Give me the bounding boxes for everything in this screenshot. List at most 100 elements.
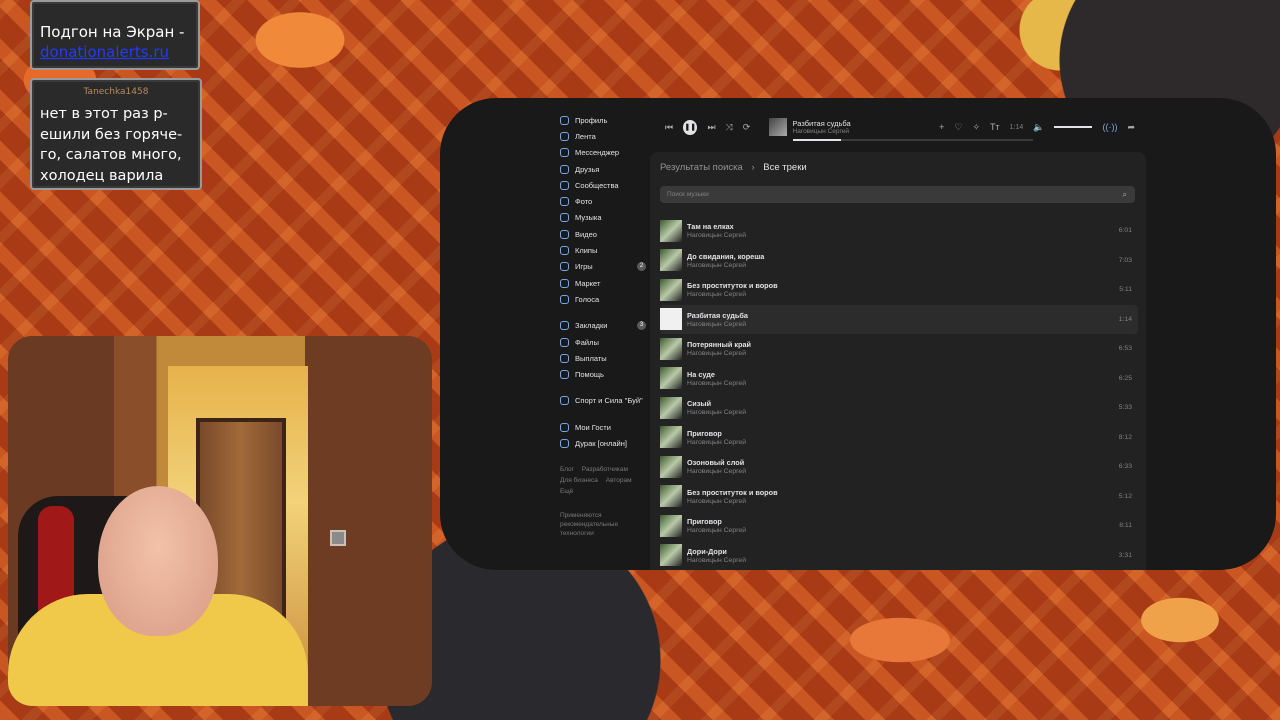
sidebar-item[interactable]: Клипы: [560, 242, 650, 258]
track-artist[interactable]: Наговицын Сергей: [687, 527, 746, 534]
share-icon[interactable]: ➦: [1127, 122, 1135, 133]
previous-icon[interactable]: ⏮: [665, 122, 673, 133]
track-artist[interactable]: Наговицын Сергей: [687, 439, 746, 446]
pause-icon[interactable]: ❚❚: [683, 119, 698, 135]
track-artist[interactable]: Наговицын Сергей: [687, 557, 746, 564]
sidebar-item[interactable]: Мессенджер: [560, 145, 650, 161]
track-row[interactable]: Без проституток и воров Наговицын Сергей 5…: [660, 482, 1138, 512]
sidebar-item-label: Мессенджер: [575, 148, 620, 158]
track-title[interactable]: Там на елках: [687, 222, 746, 231]
track-cover[interactable]: [660, 514, 682, 537]
broadcast-icon[interactable]: ((·)): [1102, 122, 1117, 132]
track-title[interactable]: Без проституток и воров: [687, 488, 778, 497]
track-title[interactable]: Дори-Дори: [687, 547, 746, 556]
track-cover[interactable]: [660, 367, 682, 390]
track-artist[interactable]: Наговицын Сергей: [687, 350, 751, 357]
volume-slider[interactable]: [1054, 126, 1093, 128]
track-title[interactable]: Без проституток и воров: [687, 281, 778, 290]
track-title[interactable]: Сизый: [687, 399, 746, 408]
track-cover[interactable]: [660, 219, 682, 242]
track-row[interactable]: Приговор Наговицын Сергей 8:11: [660, 511, 1138, 541]
track-title[interactable]: Разбитая судьба: [687, 311, 748, 320]
volume-icon[interactable]: 🔈: [1033, 122, 1044, 133]
track-cover[interactable]: [660, 426, 682, 449]
sidebar-item[interactable]: Музыка: [560, 210, 650, 226]
track-row[interactable]: Сизый Наговицын Сергей 5:33: [660, 393, 1138, 423]
sidebar-item[interactable]: Голоса: [560, 291, 650, 307]
track-cover[interactable]: [660, 396, 682, 419]
sidebar-item[interactable]: Дурак [онлайн]: [560, 435, 650, 451]
track-row[interactable]: Там на елках Наговицын Сергей 6:01: [660, 216, 1138, 246]
track-title[interactable]: До свидания, кореша: [687, 252, 764, 261]
promo-link[interactable]: donationalerts.ru: [40, 42, 190, 62]
track-title[interactable]: Приговор: [687, 517, 746, 526]
track-row[interactable]: До свидания, кореша Наговицын Сергей 7:03: [660, 246, 1138, 276]
track-artist[interactable]: Наговицын Сергей: [687, 291, 778, 298]
sidebar-item[interactable]: Друзья: [560, 161, 650, 177]
recommend-icon[interactable]: ✧: [972, 122, 980, 133]
track-title[interactable]: Потерянный край: [687, 340, 751, 349]
lyrics-icon[interactable]: Tт: [990, 122, 1000, 132]
track-row[interactable]: Разбитая судьба Наговицын Сергей 1:14: [660, 304, 1138, 334]
track-cover[interactable]: [660, 544, 682, 567]
sidebar-item[interactable]: Маркет: [560, 275, 650, 291]
track-artist[interactable]: Наговицын Сергей: [687, 232, 746, 239]
track-duration: 5:12: [1118, 492, 1132, 500]
search-placeholder: Поиск музыки: [667, 191, 709, 198]
track-row[interactable]: Приговор Наговицын Сергей 8:12: [660, 423, 1138, 453]
sidebar-item[interactable]: Лента: [560, 128, 650, 144]
sidebar-item[interactable]: Видео: [560, 226, 650, 242]
sidebar-item[interactable]: Выплаты: [560, 350, 650, 366]
music-search-input[interactable]: Поиск музыки ⌕: [660, 186, 1135, 203]
sidebar-item[interactable]: Профиль: [560, 112, 650, 128]
track-cover[interactable]: [660, 485, 682, 508]
track-row[interactable]: Озоновый слой Наговицын Сергей 6:33: [660, 452, 1138, 482]
add-icon[interactable]: +: [939, 122, 944, 132]
player-cover[interactable]: [769, 118, 787, 136]
player-artist[interactable]: Наговицын Сергей: [793, 128, 935, 135]
dislike-icon[interactable]: ♡: [954, 122, 962, 133]
apps-icon: [560, 422, 569, 432]
search-icon[interactable]: ⌕: [1123, 186, 1127, 203]
repeat-icon[interactable]: ⟳: [743, 122, 751, 133]
sidebar-item[interactable]: Помощь: [560, 366, 650, 382]
footer-link-more[interactable]: Ещё: [560, 488, 573, 495]
track-row[interactable]: На суде Наговицын Сергей 6:25: [660, 364, 1138, 394]
track-artist[interactable]: Наговицын Сергей: [687, 380, 746, 387]
track-cover[interactable]: [660, 278, 682, 301]
track-row[interactable]: Потерянный край Наговицын Сергей 6:53: [660, 334, 1138, 364]
track-row[interactable]: Дори-Дори Наговицын Сергей 3:31: [660, 541, 1138, 571]
track-cover[interactable]: [660, 249, 682, 272]
sidebar-item[interactable]: Файлы: [560, 334, 650, 350]
track-cover[interactable]: [660, 308, 682, 331]
footer-link-blog[interactable]: Блог: [560, 466, 574, 473]
track-artist[interactable]: Наговицын Сергей: [687, 409, 746, 416]
track-cover[interactable]: [660, 455, 682, 478]
sidebar-item[interactable]: Мои Гости: [560, 419, 650, 435]
next-icon[interactable]: ⏭: [707, 122, 715, 133]
footer-link-business[interactable]: Для бизнеса: [560, 477, 598, 484]
player-progress-bar[interactable]: [792, 139, 1033, 141]
breadcrumb-parent[interactable]: Результаты поиска: [660, 162, 743, 173]
track-title[interactable]: На суде: [687, 370, 746, 379]
sidebar-item[interactable]: Фото: [560, 193, 650, 209]
sidebar-item[interactable]: Игры 2: [560, 259, 650, 275]
track-row[interactable]: Без проституток и воров Наговицын Сергей 5…: [660, 275, 1138, 305]
track-cover[interactable]: [660, 337, 682, 360]
shuffle-icon[interactable]: ⤨: [726, 122, 733, 133]
sidebar-item-label: Файлы: [575, 337, 599, 347]
track-title[interactable]: Приговор: [687, 429, 746, 438]
footer-link-developers[interactable]: Разработчикам: [582, 466, 628, 473]
sidebar-item[interactable]: Сообщества: [560, 177, 650, 193]
track-artist[interactable]: Наговицын Сергей: [687, 262, 764, 269]
player-title[interactable]: Разбитая судьба: [793, 119, 935, 128]
sidebar-item-group[interactable]: Спорт и Сила "Буй": [560, 393, 650, 409]
track-duration: 6:25: [1118, 374, 1132, 382]
sidebar-item[interactable]: Закладки 3: [560, 318, 650, 334]
track-artist[interactable]: Наговицын Сергей: [687, 468, 746, 475]
track-artist[interactable]: Наговицын Сергей: [687, 321, 748, 328]
track-artist[interactable]: Наговицын Сергей: [687, 498, 778, 505]
footer-link-authors[interactable]: Авторам: [606, 477, 632, 484]
track-title[interactable]: Озоновый слой: [687, 458, 746, 467]
nav-apps: Мои Гости Дурак [онлайн]: [560, 419, 650, 452]
